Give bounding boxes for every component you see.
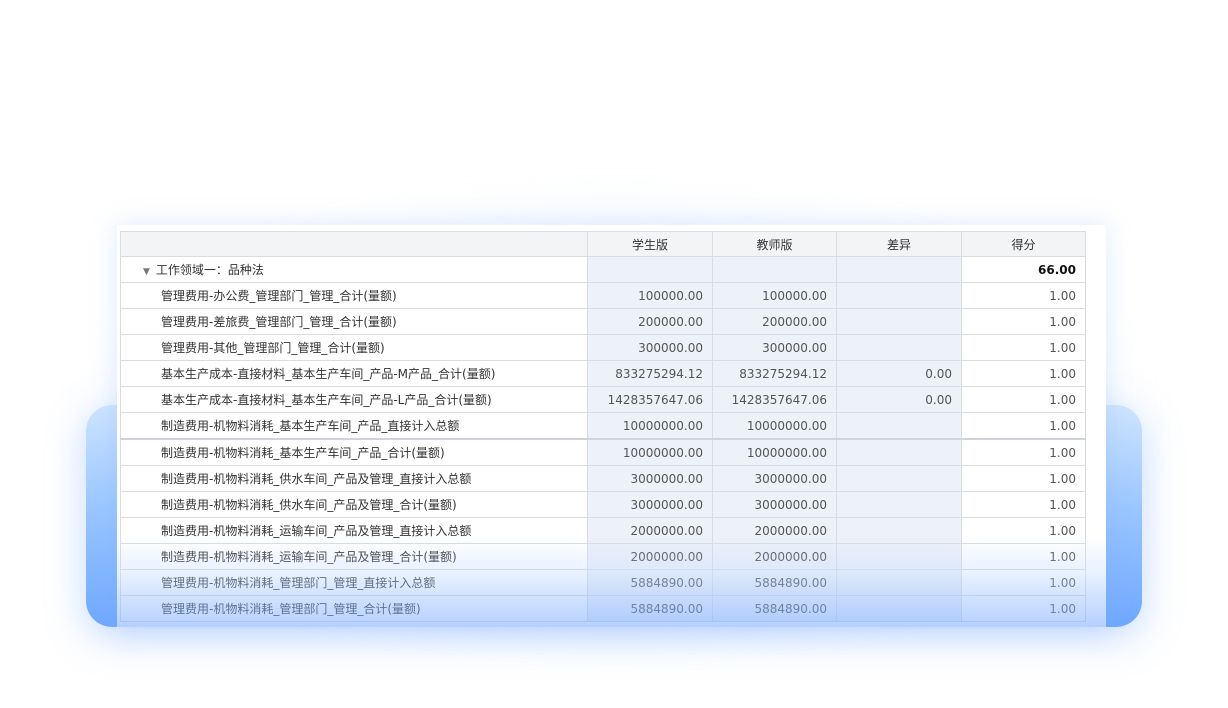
row-name-cell: 基本生产成本-直接材料_基本生产车间_产品-L产品_合计(量额) (120, 386, 588, 413)
column-header-student[interactable]: 学生版 (587, 231, 713, 257)
row-diff-cell: 0.00 (836, 360, 962, 387)
row-student-cell: 300000.00 (587, 334, 713, 361)
row-student-cell: 833275294.12 (587, 360, 713, 387)
table-row[interactable]: 制造费用-机物料消耗_基本生产车间_产品_直接计入总额 10000000.00 10… (120, 412, 1086, 440)
row-teacher-cell: 10000000.00 (712, 438, 837, 466)
row-teacher-cell: 1428357647.06 (712, 386, 837, 413)
row-diff-cell (836, 543, 962, 570)
row-score-cell: 1.00 (961, 438, 1086, 466)
row-student-cell: 100000.00 (587, 282, 713, 309)
group-label: 工作领域一：品种法 (155, 263, 264, 277)
comparison-panel: 学生版 教师版 差异 得分 ▼ 工作领域一：品种法 66.00 管理费用-办公费_… (117, 225, 1106, 627)
row-score-cell: 1.00 (961, 360, 1086, 387)
row-diff-cell (836, 491, 962, 518)
table-row[interactable]: 制造费用-机物料消耗_供水车间_产品及管理_直接计入总额 3000000.00 30… (120, 465, 1086, 492)
row-teacher-cell: 833275294.12 (712, 360, 837, 387)
row-teacher-cell: 3000000.00 (712, 491, 837, 518)
row-teacher-cell: 200000.00 (712, 308, 837, 335)
table-row[interactable]: 基本生产成本-直接材料_基本生产车间_产品-M产品_合计(量额) 83327529… (120, 360, 1086, 387)
row-name-cell: 管理费用-机物料消耗_管理部门_管理_合计(量额) (120, 595, 588, 622)
column-header-diff[interactable]: 差异 (836, 231, 962, 257)
table-header-row: 学生版 教师版 差异 得分 (120, 231, 1086, 257)
row-student-cell: 3000000.00 (587, 465, 713, 492)
row-diff-cell (836, 412, 962, 440)
row-student-cell: 2000000.00 (587, 517, 713, 544)
row-score-cell: 1.00 (961, 595, 1086, 622)
row-name-cell: 管理费用-机物料消耗_管理部门_管理_直接计入总额 (120, 569, 588, 596)
row-teacher-cell: 10000000.00 (712, 412, 837, 440)
table-row[interactable]: 制造费用-机物料消耗_供水车间_产品及管理_合计(量额) 3000000.00 30… (120, 491, 1086, 518)
group-teacher-cell (712, 256, 837, 283)
row-student-cell: 3000000.00 (587, 491, 713, 518)
row-name-cell: 制造费用-机物料消耗_供水车间_产品及管理_合计(量额) (120, 491, 588, 518)
row-diff-cell (836, 438, 962, 466)
row-student-cell: 10000000.00 (587, 438, 713, 466)
comparison-table: 学生版 教师版 差异 得分 ▼ 工作领域一：品种法 66.00 管理费用-办公费_… (120, 231, 1086, 622)
row-name-cell: 管理费用-办公费_管理部门_管理_合计(量额) (120, 282, 588, 309)
row-diff-cell (836, 308, 962, 335)
row-teacher-cell: 3000000.00 (712, 465, 837, 492)
column-header-teacher[interactable]: 教师版 (712, 231, 837, 257)
group-cell[interactable]: ▼ 工作领域一：品种法 (120, 256, 588, 283)
row-diff-cell (836, 595, 962, 622)
row-score-cell: 1.00 (961, 569, 1086, 596)
row-name-cell: 管理费用-其他_管理部门_管理_合计(量额) (120, 334, 588, 361)
row-student-cell: 200000.00 (587, 308, 713, 335)
table-row[interactable]: 管理费用-机物料消耗_管理部门_管理_直接计入总额 5884890.00 58848… (120, 569, 1086, 596)
row-diff-cell (836, 282, 962, 309)
row-teacher-cell: 100000.00 (712, 282, 837, 309)
column-header-score[interactable]: 得分 (961, 231, 1086, 257)
row-score-cell: 1.00 (961, 517, 1086, 544)
row-teacher-cell: 2000000.00 (712, 517, 837, 544)
row-diff-cell: 0.00 (836, 386, 962, 413)
table-row[interactable]: 制造费用-机物料消耗_基本生产车间_产品_合计(量额) 10000000.00 10… (120, 438, 1086, 466)
row-student-cell: 1428357647.06 (587, 386, 713, 413)
row-score-cell: 1.00 (961, 282, 1086, 309)
row-name-cell: 管理费用-差旅费_管理部门_管理_合计(量额) (120, 308, 588, 335)
row-score-cell: 1.00 (961, 412, 1086, 440)
row-diff-cell (836, 517, 962, 544)
row-score-cell: 1.00 (961, 308, 1086, 335)
row-teacher-cell: 300000.00 (712, 334, 837, 361)
row-teacher-cell: 5884890.00 (712, 569, 837, 596)
row-student-cell: 2000000.00 (587, 543, 713, 570)
row-student-cell: 5884890.00 (587, 569, 713, 596)
row-name-cell: 制造费用-机物料消耗_运输车间_产品及管理_合计(量额) (120, 543, 588, 570)
collapse-caret-icon[interactable]: ▼ (143, 267, 150, 277)
row-name-cell: 制造费用-机物料消耗_供水车间_产品及管理_直接计入总额 (120, 465, 588, 492)
row-name-cell: 基本生产成本-直接材料_基本生产车间_产品-M产品_合计(量额) (120, 360, 588, 387)
row-student-cell: 5884890.00 (587, 595, 713, 622)
row-score-cell: 1.00 (961, 386, 1086, 413)
row-diff-cell (836, 569, 962, 596)
table-row[interactable]: 管理费用-差旅费_管理部门_管理_合计(量额) 200000.00 200000.0… (120, 308, 1086, 335)
group-diff-cell (836, 256, 962, 283)
row-name-cell: 制造费用-机物料消耗_基本生产车间_产品_合计(量额) (120, 438, 588, 466)
table-row[interactable]: 管理费用-其他_管理部门_管理_合计(量额) 300000.00 300000.00… (120, 334, 1086, 361)
row-score-cell: 1.00 (961, 543, 1086, 570)
row-score-cell: 1.00 (961, 465, 1086, 492)
group-row[interactable]: ▼ 工作领域一：品种法 66.00 (120, 256, 1086, 283)
group-score: 66.00 (961, 256, 1086, 283)
table-row[interactable]: 管理费用-机物料消耗_管理部门_管理_合计(量额) 5884890.00 58848… (120, 595, 1086, 622)
row-student-cell: 10000000.00 (587, 412, 713, 440)
table-row[interactable]: 制造费用-机物料消耗_运输车间_产品及管理_直接计入总额 2000000.00 20… (120, 517, 1086, 544)
row-name-cell: 制造费用-机物料消耗_基本生产车间_产品_直接计入总额 (120, 412, 588, 440)
row-name-cell: 制造费用-机物料消耗_运输车间_产品及管理_直接计入总额 (120, 517, 588, 544)
row-teacher-cell: 5884890.00 (712, 595, 837, 622)
row-diff-cell (836, 334, 962, 361)
row-score-cell: 1.00 (961, 334, 1086, 361)
row-teacher-cell: 2000000.00 (712, 543, 837, 570)
column-header-item (120, 231, 588, 257)
row-score-cell: 1.00 (961, 491, 1086, 518)
row-diff-cell (836, 465, 962, 492)
table-row[interactable]: 基本生产成本-直接材料_基本生产车间_产品-L产品_合计(量额) 14283576… (120, 386, 1086, 413)
table-row[interactable]: 制造费用-机物料消耗_运输车间_产品及管理_合计(量额) 2000000.00 20… (120, 543, 1086, 570)
table-row[interactable]: 管理费用-办公费_管理部门_管理_合计(量额) 100000.00 100000.0… (120, 282, 1086, 309)
group-student-cell (587, 256, 713, 283)
